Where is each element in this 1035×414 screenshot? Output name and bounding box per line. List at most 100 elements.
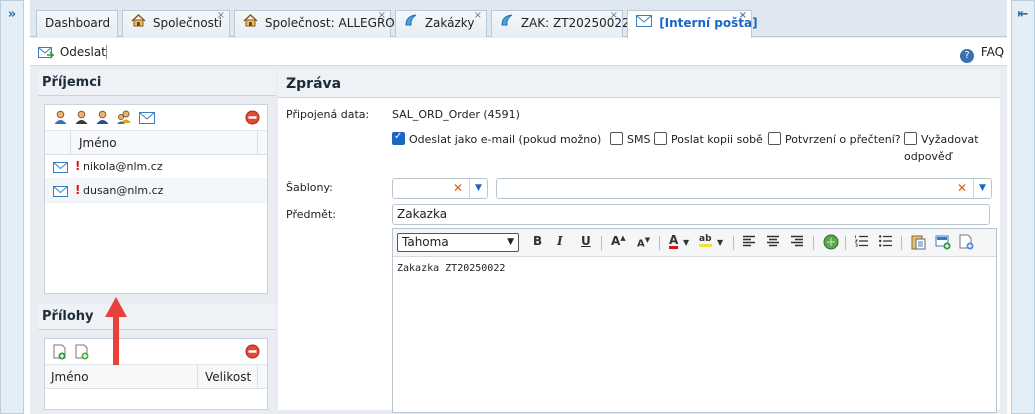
help-icon: ? [960, 49, 974, 63]
add-user-cc-icon[interactable] [74, 110, 89, 128]
select-column [45, 131, 71, 154]
send-copy-checkbox[interactable]: Poslat kopii sobě [654, 132, 763, 146]
chevron-down-icon[interactable]: ▼ [683, 238, 689, 247]
send-button[interactable]: Odeslat [38, 43, 106, 61]
template-category-select[interactable]: ✕ ▼ [392, 178, 488, 199]
tab-dashboard[interactable]: Dashboard [36, 10, 118, 37]
insert-file-icon[interactable] [959, 234, 974, 253]
upload-file-icon[interactable] [53, 344, 67, 363]
read-receipt-checkbox[interactable]: Potvrzení o přečtení? [768, 132, 901, 146]
faq-button[interactable]: ? FAQ [960, 43, 1005, 63]
sms-checkbox[interactable]: SMS [610, 132, 650, 146]
size-column-header[interactable]: Velikost [205, 370, 251, 384]
bullet-list-icon[interactable] [879, 235, 892, 250]
tab-spolecnost-allegro[interactable]: Společnost: ALLEGRO × [234, 9, 395, 37]
mail-icon [53, 186, 68, 200]
clear-icon[interactable]: ✕ [453, 181, 463, 195]
checkbox[interactable] [610, 132, 623, 145]
checkbox-label: Odeslat jako e-mail (pokud možno) [409, 133, 602, 146]
tab-zakazky[interactable]: Zakázky × [395, 10, 487, 37]
add-user-icon[interactable] [53, 110, 68, 128]
document-icon [500, 11, 514, 36]
tab-spolecnosti[interactable]: Společnosti × [122, 10, 230, 37]
left-collapse-rail[interactable]: » [0, 0, 24, 414]
attachments-title: Přílohy [38, 304, 276, 330]
tab-label: Zakázky [424, 16, 475, 30]
close-icon[interactable]: × [474, 9, 482, 23]
tab-zak-zt20250022[interactable]: ZAK: ZT20250022 × [491, 9, 630, 37]
bold-button[interactable]: B [533, 234, 542, 248]
mail-icon [636, 11, 652, 36]
chevron-down-icon[interactable]: ▼ [973, 179, 991, 198]
close-icon[interactable]: × [217, 9, 225, 23]
toolbar-divider [813, 236, 814, 250]
checkbox[interactable] [654, 132, 667, 145]
collapse-right-icon[interactable]: ⇤ [1012, 7, 1034, 22]
increase-font-icon[interactable]: A▲ [611, 234, 626, 248]
send-label: Odeslat [59, 45, 106, 59]
font-family-select[interactable]: Tahoma ▼ [397, 233, 519, 252]
subject-input[interactable]: Zakazka [392, 204, 990, 225]
recipients-panel: Jméno ! nikola@nlm.cz ! dusan@nlm.cz [44, 104, 268, 294]
expand-left-icon[interactable]: » [1, 7, 23, 22]
clear-icon[interactable]: ✕ [957, 181, 967, 195]
checkbox[interactable] [768, 132, 781, 145]
insert-image-icon[interactable] [935, 234, 951, 253]
close-icon[interactable]: × [739, 9, 747, 23]
add-user-bcc-icon[interactable] [95, 110, 110, 128]
remove-attachment-icon[interactable] [245, 344, 260, 362]
tab-interni-posta[interactable]: [Interní pošta] × [627, 9, 758, 38]
italic-button[interactable]: I [557, 234, 563, 248]
toolbar-divider [106, 45, 107, 59]
editor-content[interactable]: Zakazka ZT20250022 [393, 257, 996, 280]
table-row[interactable]: ! dusan@nlm.cz [45, 179, 267, 203]
add-email-icon[interactable] [139, 112, 155, 127]
recipients-title: Příjemci [38, 70, 276, 96]
send-as-email-checkbox[interactable]: Odeslat jako e-mail (pokud možno) [392, 131, 602, 146]
align-left-icon[interactable] [743, 235, 755, 250]
template-select[interactable]: ✕ ▼ [496, 178, 992, 199]
house-icon [243, 11, 258, 36]
column-divider [257, 131, 258, 154]
checkbox[interactable] [904, 132, 917, 145]
require-reply-label-wrap: odpověď [904, 150, 952, 163]
close-icon[interactable]: × [610, 9, 618, 23]
subject-label: Předmět: [286, 208, 336, 221]
add-file-icon[interactable] [75, 344, 89, 363]
font-color-icon[interactable]: A [669, 234, 679, 249]
remove-recipient-icon[interactable] [245, 110, 260, 128]
decrease-font-icon[interactable]: A▼ [637, 236, 650, 249]
faq-label: FAQ [980, 45, 1005, 59]
send-mail-icon [38, 45, 55, 64]
editor-toolbar: Tahoma ▼ B I U A▲ A▼ A ▼ ab ▼ [393, 229, 996, 257]
highlight-color-icon[interactable]: ab [699, 234, 712, 247]
underline-button[interactable]: U [581, 234, 591, 248]
chevron-down-icon[interactable]: ▼ [717, 238, 723, 247]
message-column: Zpráva Připojená data: SAL_ORD_Order (45… [278, 70, 1000, 413]
align-center-icon[interactable] [767, 235, 779, 250]
toolbar-divider [901, 236, 902, 250]
name-column-header[interactable]: Jméno [51, 370, 89, 384]
priority-flag: ! [75, 159, 81, 173]
close-icon[interactable]: × [378, 9, 386, 23]
message-form: Připojená data: SAL_ORD_Order (4591) Ode… [278, 98, 1000, 413]
chevron-down-icon[interactable]: ▼ [469, 179, 487, 198]
checkbox-label: Vyžadovat [921, 133, 979, 146]
require-reply-checkbox[interactable]: Vyžadovat [904, 132, 979, 146]
tab-label: Společnosti [152, 16, 222, 30]
tab-bar: Dashboard Společnosti × Společnost: ALLE… [30, 0, 1007, 38]
paste-icon[interactable] [911, 234, 926, 253]
mail-icon [53, 162, 68, 176]
name-column-header[interactable]: Jméno [79, 136, 117, 150]
align-right-icon[interactable] [791, 235, 803, 250]
rich-text-editor[interactable]: Tahoma ▼ B I U A▲ A▼ A ▼ ab ▼ Zakazka ZT… [392, 228, 997, 413]
checkbox-checked[interactable] [392, 131, 405, 145]
numbered-list-icon[interactable] [854, 235, 868, 250]
recipient-email: nikola@nlm.cz [83, 160, 163, 173]
insert-link-icon[interactable] [823, 234, 839, 253]
table-row[interactable]: ! nikola@nlm.cz [45, 155, 267, 179]
action-toolbar: Odeslat ? FAQ [30, 38, 1007, 66]
right-collapse-rail[interactable]: ⇤ [1011, 0, 1035, 414]
add-group-icon[interactable] [116, 110, 133, 128]
column-divider [197, 365, 198, 388]
